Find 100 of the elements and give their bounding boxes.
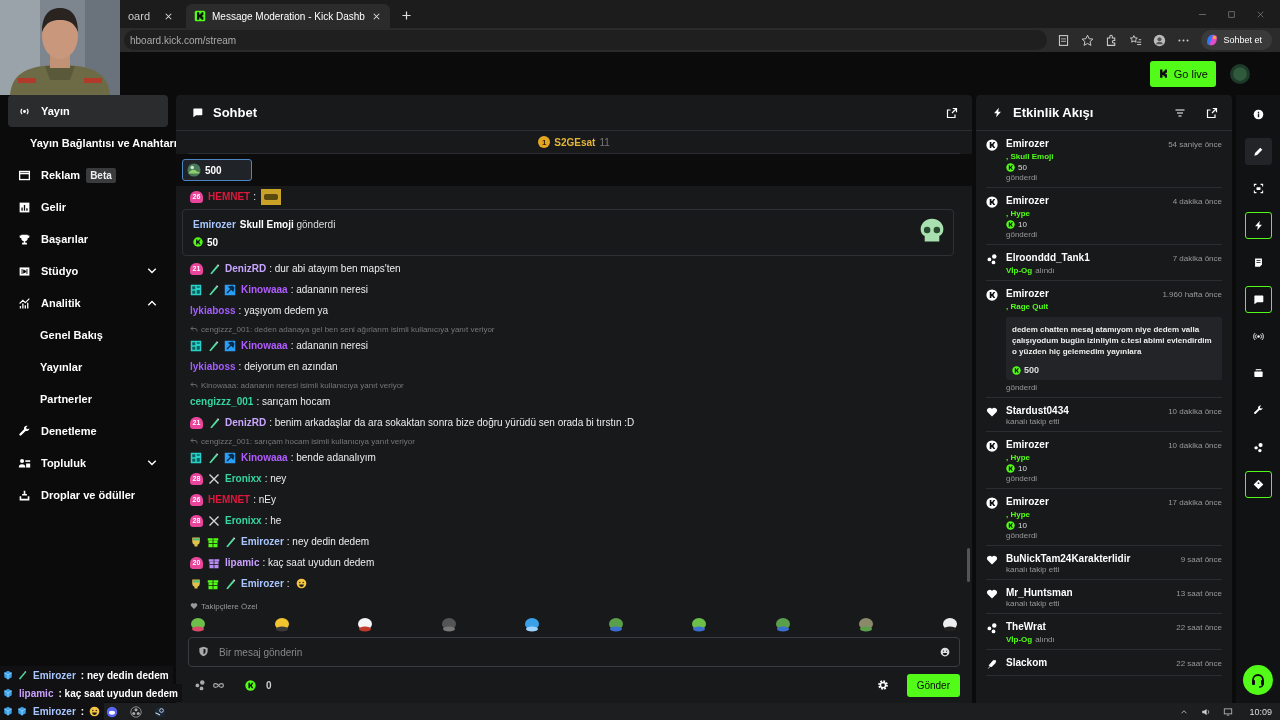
obs-icon[interactable] (130, 705, 142, 718)
sidebar-item[interactable]: Partnerler (8, 383, 168, 415)
username[interactable]: S2GEsat (554, 136, 596, 148)
username[interactable]: DenizRD (225, 263, 267, 274)
tool-button[interactable] (1244, 212, 1272, 239)
pen-icon (224, 535, 236, 548)
action-text: gönderdi (1006, 230, 1039, 239)
bar-chart-icon (18, 200, 31, 214)
username[interactable]: Slackom (1006, 657, 1048, 668)
coin-icon (1006, 163, 1015, 172)
username[interactable]: Emirozer (241, 536, 284, 547)
sidebar-item[interactable]: Topluluk (8, 447, 168, 479)
username: Emirozer (33, 669, 76, 681)
tool-button[interactable] (1244, 286, 1272, 313)
username[interactable]: Kinowaaa (241, 284, 288, 295)
timestamp: 1.960 hafta önce (1162, 290, 1222, 299)
emote-icon[interactable] (357, 616, 374, 632)
username[interactable]: Eronixx (225, 515, 262, 526)
browser-tab[interactable]: Message Moderation - Kick Dashb (186, 4, 390, 28)
steam-icon[interactable] (154, 705, 166, 718)
sidebar-item[interactable]: Yayın Bağlantısı ve Anahtarı (8, 127, 174, 159)
sidebar-item[interactable]: Analitik (8, 287, 168, 319)
discord-icon[interactable] (106, 705, 118, 718)
reader-icon[interactable] (1057, 33, 1071, 47)
settings-icon[interactable] (876, 679, 889, 691)
maximize-icon[interactable] (1226, 9, 1237, 20)
reward-name: Vİp-Og (1006, 266, 1033, 275)
username[interactable]: lykiaboss (190, 361, 236, 372)
sidebar-item[interactable]: Reklam Beta (8, 159, 168, 191)
gift-chip[interactable]: 500 (182, 159, 252, 181)
timestamp: 10 dakika önce (1168, 441, 1222, 450)
username: Emirozer (33, 705, 76, 717)
profile-icon[interactable] (1153, 33, 1167, 47)
emote-icon[interactable] (524, 616, 541, 632)
username[interactable]: Kinowaaa (241, 452, 288, 463)
sidebar-item[interactable]: Denetleme (8, 415, 168, 447)
avatar[interactable] (1230, 63, 1250, 84)
username[interactable]: Elroonddd_Tank1 (1006, 252, 1090, 263)
sidebar-item[interactable]: Yayın (8, 95, 168, 127)
username[interactable]: Emirozer (241, 578, 284, 589)
emote-icon[interactable] (273, 616, 290, 632)
network-icon[interactable] (1223, 706, 1234, 717)
sidebar-item[interactable]: Droplar ve ödüller (8, 479, 168, 511)
username[interactable]: Emirozer (1006, 138, 1049, 149)
coin-icon (986, 289, 998, 301)
filter-icon[interactable] (1174, 106, 1186, 119)
username[interactable]: TheWrat (1006, 621, 1046, 632)
username[interactable]: BuNickTam24Karakterlidir (1006, 553, 1131, 564)
go-live-button[interactable]: Go live (1149, 60, 1216, 87)
sidebar-item[interactable]: Başarılar (8, 223, 168, 255)
tool-button[interactable] (1244, 138, 1272, 165)
coin-icon (1006, 464, 1015, 473)
username[interactable]: Eronixx (225, 473, 262, 484)
timestamp: 7 dakika önce (1172, 254, 1222, 263)
kicks-amount: 500 (1024, 365, 1040, 375)
kick-logo-icon (194, 10, 206, 22)
username[interactable]: lykiaboss (190, 305, 236, 316)
reply-context: cengizzz_001: sarıçam hocam isimli kullanıcıya yanıt veriyor (201, 436, 415, 446)
username[interactable]: Emirozer (193, 218, 236, 230)
sidebar-item[interactable]: Genel Bakış (8, 319, 168, 351)
username[interactable]: cengizzz_001 (190, 396, 254, 407)
action-text: alındı (1035, 266, 1055, 275)
headset-icon (1250, 672, 1266, 688)
username[interactable]: HEMNET (208, 494, 251, 505)
tool-button[interactable] (1244, 471, 1272, 498)
username[interactable]: Emirozer (1006, 195, 1049, 206)
username[interactable]: Emirozer (1006, 439, 1049, 450)
sidebar-item[interactable]: Stüdyo (8, 255, 168, 287)
star-icon[interactable] (1081, 33, 1095, 47)
swords-icon (208, 472, 220, 485)
username[interactable]: lipamic (225, 557, 260, 568)
sidebar-item[interactable]: Gelir (8, 191, 168, 223)
address-field[interactable]: hboard.kick.com/stream (124, 30, 1048, 50)
emote-icon[interactable] (941, 616, 958, 632)
scrollbar-thumb[interactable] (967, 548, 970, 582)
sidebar-item[interactable]: Yayınlar (8, 351, 168, 383)
volume-icon[interactable] (1201, 706, 1212, 717)
support-button[interactable] (1243, 665, 1273, 695)
pen-icon (207, 283, 219, 296)
reward-name: , Rage Quit (1006, 302, 1050, 311)
username[interactable]: Kinowaaa (241, 340, 288, 351)
username[interactable]: Stardust0434 (1006, 405, 1069, 416)
pop-out-icon[interactable] (1206, 106, 1218, 119)
browser-tab[interactable]: oard (120, 4, 182, 28)
emote-icon[interactable] (691, 616, 708, 632)
emote-icon[interactable] (190, 616, 206, 632)
username[interactable]: DenizRD (225, 417, 267, 428)
new-tab-icon[interactable] (399, 9, 413, 22)
username[interactable]: Emirozer (1006, 496, 1049, 507)
message-input[interactable]: Bir mesaj gönderin (188, 637, 960, 667)
username[interactable]: HEMNET (208, 191, 251, 202)
reply-icon (190, 325, 198, 333)
send-button[interactable]: Gönder (906, 673, 960, 697)
favorites-icon[interactable] (1129, 33, 1143, 47)
pop-out-icon[interactable] (946, 106, 958, 119)
message-text: : adananın neresi (290, 340, 368, 351)
username[interactable]: Mr_Huntsman (1006, 587, 1073, 598)
assistant-button[interactable]: Sohbet et (1201, 30, 1272, 50)
username[interactable]: Emirozer (1006, 288, 1049, 299)
emoji-icon[interactable] (940, 647, 950, 657)
